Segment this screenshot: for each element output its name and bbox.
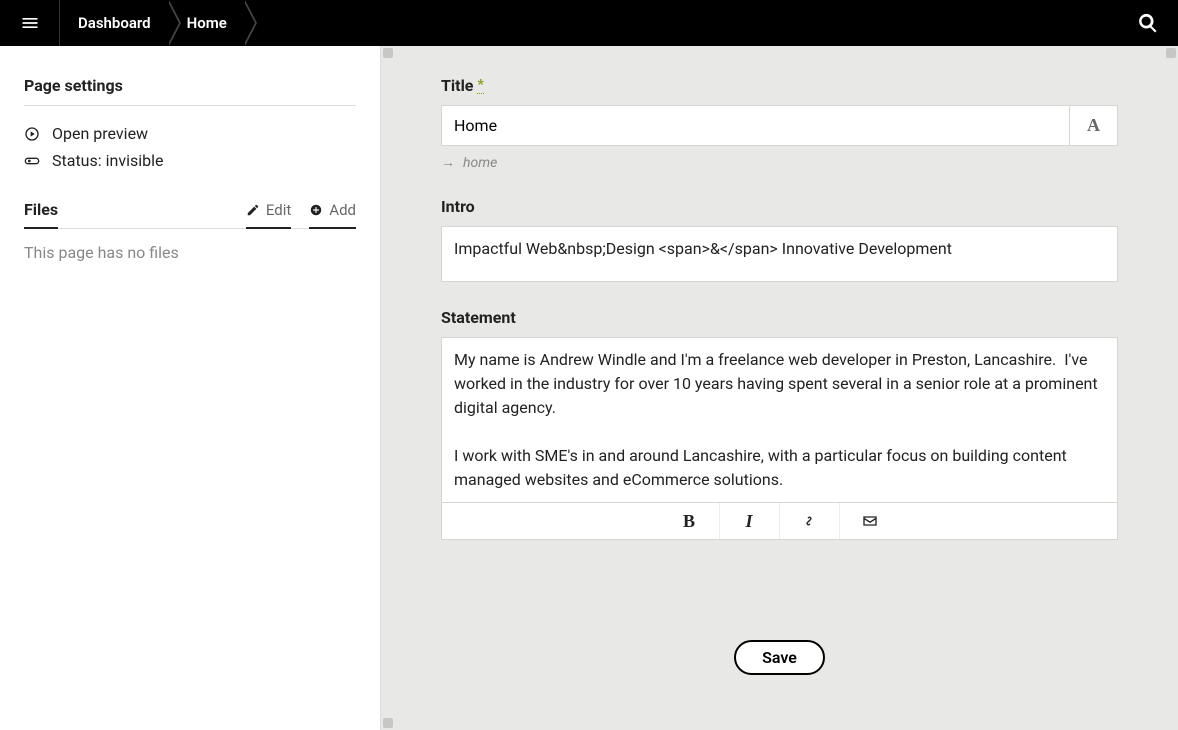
save-button[interactable]: Save xyxy=(734,640,825,675)
scroll-arrow-up[interactable] xyxy=(383,48,393,58)
search-icon xyxy=(1137,12,1159,34)
envelope-icon xyxy=(862,513,878,529)
statement-textarea[interactable]: My name is Andrew Windle and I'm a freel… xyxy=(441,337,1118,503)
statement-label: Statement xyxy=(441,308,1118,327)
title-field-group: Title * A → home xyxy=(441,76,1118,171)
status-toggle[interactable]: Status: invisible xyxy=(24,147,356,174)
open-preview-label: Open preview xyxy=(52,124,148,143)
intro-textarea[interactable]: Impactful Web&nbsp;Design <span>&</span>… xyxy=(441,226,1118,282)
topbar: Dashboard Home xyxy=(0,0,1178,46)
menu-button[interactable] xyxy=(0,0,60,46)
sidebar: Page settings Open preview Status: invis… xyxy=(0,46,380,730)
italic-button[interactable]: I xyxy=(720,503,780,539)
font-icon: A xyxy=(1087,115,1100,136)
files-edit-button[interactable]: Edit xyxy=(246,201,291,229)
required-mark: * xyxy=(477,78,483,94)
email-button[interactable] xyxy=(840,503,900,539)
slug-text: home xyxy=(463,155,497,171)
hamburger-icon xyxy=(20,13,40,33)
files-title: Files xyxy=(24,200,58,229)
pencil-icon xyxy=(246,203,260,217)
title-input[interactable] xyxy=(442,106,1069,145)
scroll-arrow-down[interactable] xyxy=(383,718,393,728)
files-empty-text: This page has no files xyxy=(24,243,356,262)
breadcrumb: Dashboard Home xyxy=(60,0,1118,46)
link-icon xyxy=(801,513,817,529)
statement-toolbar: B I xyxy=(441,503,1118,540)
status-label: Status: invisible xyxy=(52,151,163,170)
open-preview[interactable]: Open preview xyxy=(24,120,356,147)
page-settings-title: Page settings xyxy=(24,76,356,106)
intro-field-group: Intro Impactful Web&nbsp;Design <span>&<… xyxy=(441,197,1118,282)
files-add-label: Add xyxy=(329,201,356,219)
plus-circle-icon xyxy=(309,203,323,217)
files-header: Files Edit Add xyxy=(24,200,356,229)
editor-pane: Title * A → home Intro Impactful Web&nbs… xyxy=(380,46,1178,730)
breadcrumb-dashboard[interactable]: Dashboard xyxy=(60,0,169,46)
intro-label: Intro xyxy=(441,197,1118,216)
title-label-text: Title xyxy=(441,76,473,95)
statement-field-group: Statement My name is Andrew Windle and I… xyxy=(441,308,1118,540)
files-edit-label: Edit xyxy=(266,201,291,219)
scroll-arrow-right-up[interactable] xyxy=(1166,48,1176,58)
arrow-right-icon: → xyxy=(441,154,455,171)
slug-display: → home xyxy=(441,154,1118,171)
search-button[interactable] xyxy=(1118,0,1178,46)
link-button[interactable] xyxy=(780,503,840,539)
toggle-icon xyxy=(24,153,40,169)
title-font-button[interactable]: A xyxy=(1069,106,1117,145)
bold-button[interactable]: B xyxy=(660,503,720,539)
files-add-button[interactable]: Add xyxy=(309,201,356,229)
play-circle-icon xyxy=(24,126,40,142)
title-label: Title * xyxy=(441,76,1118,95)
